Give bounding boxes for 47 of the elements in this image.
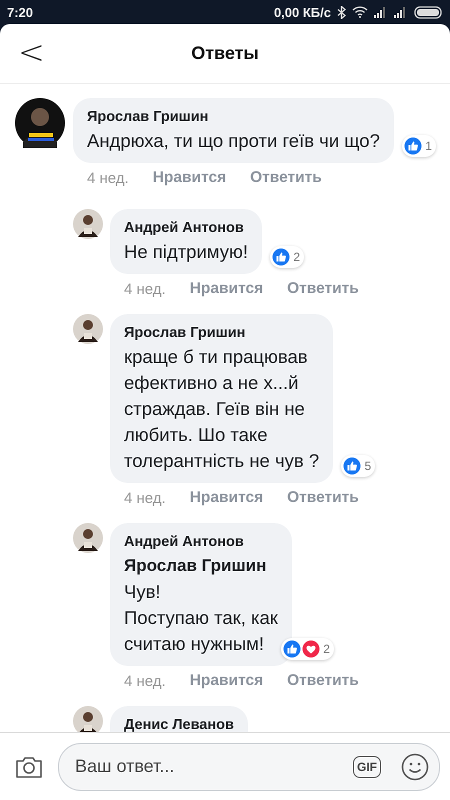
- reply-link[interactable]: Ответить: [287, 672, 359, 690]
- mention[interactable]: Ярослав Гришин: [124, 553, 266, 579]
- bluetooth-icon: [337, 6, 346, 18]
- reaction-count: 1: [425, 139, 432, 153]
- reaction-badge[interactable]: 2: [281, 638, 334, 660]
- reaction-count: 2: [323, 642, 330, 656]
- author-name[interactable]: Ярослав Гришин: [124, 322, 246, 344]
- thumbs-up-icon: [283, 640, 302, 658]
- comment-text: Андрюха, ти що проти геїв чи що?: [87, 129, 380, 153]
- screen-title: Ответы: [191, 43, 259, 64]
- author-name[interactable]: Андрей Антонов: [124, 531, 244, 553]
- comment-time: 4 нед.: [124, 280, 166, 298]
- reply-link[interactable]: Ответить: [287, 489, 359, 507]
- author-name[interactable]: Ярослав Гришин: [87, 106, 208, 128]
- reply-link[interactable]: Ответить: [287, 280, 359, 298]
- wifi-icon: [352, 6, 368, 18]
- like-link[interactable]: Нравится: [190, 280, 264, 298]
- reply-field[interactable]: Ваш ответ... GIF: [58, 742, 440, 790]
- thumbs-up-icon: [343, 457, 362, 475]
- back-button[interactable]: <: [14, 36, 49, 68]
- comment-text: Не підтримую!: [124, 240, 248, 264]
- reply-link[interactable]: Ответить: [250, 169, 322, 187]
- like-link[interactable]: Нравится: [190, 672, 264, 690]
- comment-text: Чув! Поступаю так, как считаю нужным!: [124, 580, 278, 656]
- battery-icon: [414, 6, 444, 18]
- reaction-badge[interactable]: 5: [341, 455, 376, 477]
- clock: 7:20: [7, 4, 34, 20]
- thumbs-up-icon: [404, 137, 422, 155]
- camera-icon[interactable]: [15, 754, 43, 778]
- reaction-count: 2: [293, 250, 300, 264]
- emoji-icon[interactable]: [401, 752, 429, 780]
- reaction-badge[interactable]: 1: [402, 135, 436, 157]
- author-name[interactable]: Денис Леванов: [124, 714, 234, 732]
- reaction-badge[interactable]: 2: [270, 246, 304, 268]
- comment-time: 4 нед.: [124, 490, 166, 506]
- thumbs-up-icon: [272, 248, 290, 266]
- gif-button[interactable]: GIF: [353, 756, 381, 778]
- like-link[interactable]: Нравится: [152, 169, 226, 187]
- network-speed: 0,00 КБ/с: [274, 4, 331, 20]
- signal-icon: [394, 6, 408, 18]
- comment-text: краще б ти працював ефективно а не х...й страждав. Геїв він не любить. Шо таке толерантність не чув ?: [124, 345, 320, 473]
- comment-time: 4 нед.: [124, 672, 166, 690]
- comment-time: 4 нед.: [87, 170, 129, 186]
- author-name[interactable]: Андрей Антонов: [124, 217, 244, 239]
- like-link[interactable]: Нравится: [190, 489, 264, 507]
- signal-icon: [374, 6, 388, 18]
- reaction-count: 5: [364, 459, 372, 473]
